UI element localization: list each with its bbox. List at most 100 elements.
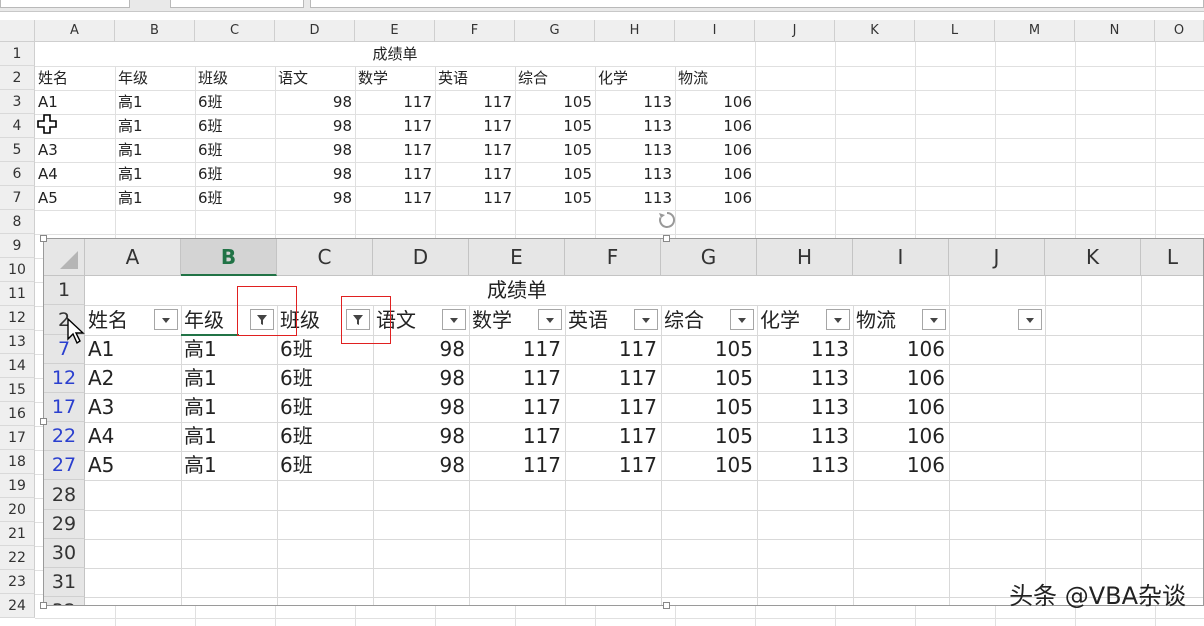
data-cell[interactable]: 98	[373, 393, 469, 422]
data-cell[interactable]: 高1	[184, 335, 277, 364]
header-cell[interactable]: 英语	[568, 305, 638, 335]
data-cell[interactable]: 高1	[116, 138, 195, 162]
column-header[interactable]: D	[373, 239, 469, 276]
row-header[interactable]: 32	[44, 597, 85, 605]
row-header[interactable]: 1	[44, 276, 85, 305]
data-cell[interactable]: 高1	[184, 422, 277, 451]
data-cell[interactable]: 117	[356, 138, 435, 162]
data-cell[interactable]: 105	[516, 138, 595, 162]
row-header[interactable]: 4	[0, 114, 35, 138]
header-cell[interactable]: 姓名	[88, 305, 158, 335]
header-cell[interactable]: 数学	[472, 305, 542, 335]
header-cell[interactable]: 数学	[356, 66, 435, 90]
data-cell[interactable]: 高1	[116, 114, 195, 138]
row-header[interactable]: 27	[44, 451, 85, 480]
data-cell[interactable]: 98	[276, 114, 355, 138]
data-cell[interactable]: 6班	[280, 422, 373, 451]
data-cell[interactable]: 98	[276, 162, 355, 186]
column-header[interactable]: I	[853, 239, 949, 276]
row-header[interactable]: 24	[0, 594, 35, 618]
data-cell[interactable]: 117	[469, 422, 565, 451]
data-cell[interactable]: 106	[676, 90, 755, 114]
column-header[interactable]: E	[355, 20, 435, 42]
column-header[interactable]: H	[595, 20, 675, 42]
row-header[interactable]: 1	[0, 42, 35, 66]
data-cell[interactable]: A3	[88, 393, 181, 422]
column-header[interactable]: J	[755, 20, 835, 42]
row-header[interactable]: 13	[0, 330, 35, 354]
data-cell[interactable]: A4	[88, 422, 181, 451]
row-header[interactable]: 9	[0, 234, 35, 258]
resize-handle[interactable]	[663, 235, 670, 242]
filter-dropdown-button[interactable]	[826, 309, 850, 330]
select-all-corner[interactable]	[0, 20, 35, 42]
row-header[interactable]: 28	[44, 480, 85, 510]
filter-dropdown-button[interactable]	[154, 309, 178, 330]
row-header[interactable]: 19	[0, 474, 35, 498]
data-cell[interactable]: 117	[565, 393, 661, 422]
data-cell[interactable]: 6班	[196, 162, 275, 186]
data-cell[interactable]: 105	[661, 393, 757, 422]
row-header[interactable]: 17	[44, 393, 85, 422]
column-header[interactable]: G	[661, 239, 757, 276]
data-cell[interactable]: A2	[88, 364, 181, 393]
row-header[interactable]: 12	[44, 364, 85, 393]
data-cell[interactable]: 117	[436, 186, 515, 210]
resize-handle[interactable]	[40, 418, 47, 425]
column-header[interactable]: L	[915, 20, 995, 42]
data-cell[interactable]: 117	[436, 90, 515, 114]
linked-picture[interactable]: ABCDEFGHIJKL127121722272829303132成绩单姓名年级…	[43, 238, 1204, 606]
data-cell[interactable]: 高1	[184, 393, 277, 422]
row-header[interactable]: 21	[0, 522, 35, 546]
filter-dropdown-button[interactable]	[1018, 309, 1042, 330]
data-cell[interactable]: 117	[469, 335, 565, 364]
row-header[interactable]: 30	[44, 539, 85, 568]
data-cell[interactable]: 117	[436, 138, 515, 162]
header-cell[interactable]: 化学	[596, 66, 675, 90]
data-cell[interactable]: 105	[516, 114, 595, 138]
filter-dropdown-button[interactable]	[922, 309, 946, 330]
column-header[interactable]: A	[35, 20, 115, 42]
header-cell[interactable]: 英语	[436, 66, 515, 90]
header-cell[interactable]: 综合	[664, 305, 734, 335]
data-cell[interactable]: 6班	[280, 393, 373, 422]
filter-dropdown-button[interactable]	[730, 309, 754, 330]
data-cell[interactable]: 6班	[280, 364, 373, 393]
rotate-handle-icon[interactable]	[656, 209, 678, 231]
column-header[interactable]: M	[995, 20, 1075, 42]
row-header[interactable]: 12	[0, 306, 35, 330]
row-header[interactable]: 2	[0, 66, 35, 90]
data-cell[interactable]: 117	[469, 393, 565, 422]
select-all-corner[interactable]	[44, 239, 85, 276]
row-header[interactable]: 5	[0, 138, 35, 162]
header-cell[interactable]: 语文	[276, 66, 355, 90]
data-cell[interactable]: A3	[36, 138, 115, 162]
data-cell[interactable]: 6班	[196, 90, 275, 114]
data-cell[interactable]: 113	[596, 186, 675, 210]
data-cell[interactable]: 117	[565, 335, 661, 364]
column-header[interactable]: D	[275, 20, 355, 42]
row-header[interactable]: 18	[0, 450, 35, 474]
row-header[interactable]: 17	[0, 426, 35, 450]
data-cell[interactable]: 高1	[116, 90, 195, 114]
data-cell[interactable]: 98	[276, 90, 355, 114]
data-cell[interactable]: 98	[373, 451, 469, 480]
row-header[interactable]: 22	[44, 422, 85, 451]
data-cell[interactable]: 117	[356, 162, 435, 186]
data-cell[interactable]: 113	[757, 422, 853, 451]
data-cell[interactable]: 113	[596, 162, 675, 186]
data-cell[interactable]: 106	[853, 451, 949, 480]
column-header[interactable]: E	[469, 239, 565, 276]
data-cell[interactable]: 113	[757, 364, 853, 393]
column-header[interactable]: G	[515, 20, 595, 42]
column-header[interactable]: K	[1045, 239, 1141, 276]
data-cell[interactable]: 6班	[196, 114, 275, 138]
data-cell[interactable]: 106	[853, 335, 949, 364]
data-cell[interactable]: 6班	[196, 186, 275, 210]
data-cell[interactable]: 117	[565, 451, 661, 480]
name-box[interactable]	[0, 0, 130, 8]
row-header[interactable]: 31	[44, 568, 85, 597]
filter-dropdown-button[interactable]	[634, 309, 658, 330]
header-cell[interactable]: 班级	[196, 66, 275, 90]
row-header[interactable]: 22	[0, 546, 35, 570]
